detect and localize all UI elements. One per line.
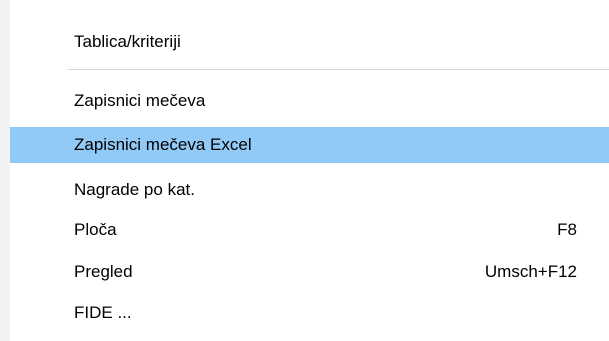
- context-menu: Tablica/kriteriji Zapisnici mečeva Zapis…: [0, 0, 609, 341]
- menu-item-tablica-kriteriji[interactable]: Tablica/kriteriji: [10, 24, 609, 60]
- menu-item-nagrade-po-kat[interactable]: Nagrade po kat.: [10, 172, 609, 208]
- menu-item-shortcut: Umsch+F12: [484, 262, 577, 281]
- menu-item-label: FIDE ...: [74, 303, 132, 322]
- menu-item-fide[interactable]: FIDE ...: [10, 295, 609, 331]
- menu-item-label: Ploča: [74, 220, 117, 239]
- menu-item-label: Nagrade po kat.: [74, 180, 195, 199]
- menu-item-zapisnici-meceva-excel[interactable]: Zapisnici mečeva Excel: [10, 127, 609, 163]
- menu-left-gutter: [0, 0, 10, 341]
- menu-item-label: Zapisnici mečeva Excel: [74, 135, 252, 154]
- menu-item-label: Zapisnici mečeva: [74, 91, 206, 110]
- menu-item-zapisnici-meceva[interactable]: Zapisnici mečeva: [10, 83, 609, 119]
- menu-item-shortcut: F8: [557, 220, 577, 239]
- menu-item-ploca[interactable]: Ploča F8: [10, 212, 609, 248]
- menu-item-label: Tablica/kriteriji: [74, 32, 181, 51]
- menu-item-pregled[interactable]: Pregled Umsch+F12: [10, 254, 609, 290]
- menu-separator: [68, 69, 609, 70]
- menu-item-label: Pregled: [74, 262, 133, 281]
